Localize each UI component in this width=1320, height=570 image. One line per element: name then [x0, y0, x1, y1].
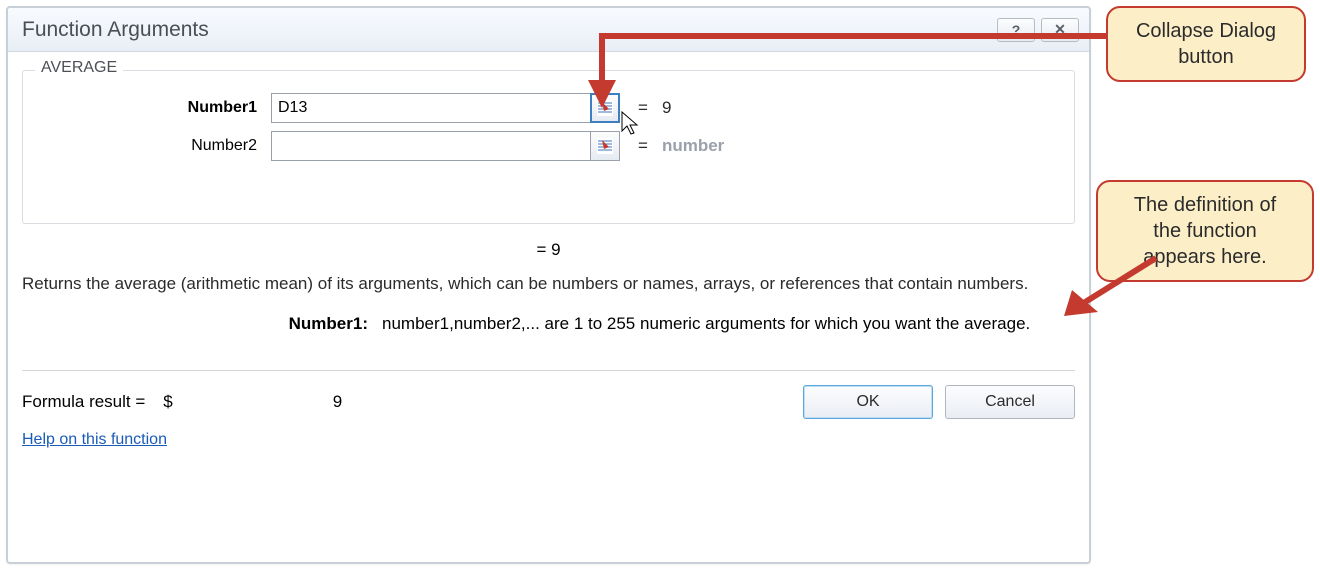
arg-input-wrap-number1: [271, 93, 620, 123]
arg-row-number1: Number1: [41, 93, 1056, 123]
help-button[interactable]: ?: [997, 18, 1035, 42]
eq-sign: =: [638, 98, 648, 118]
titlebar-buttons: ? ✕: [997, 18, 1079, 42]
footer-row: Formula result = $ 9 OK Cancel: [22, 385, 1075, 423]
function-name-label: AVERAGE: [35, 59, 123, 77]
arg-result-number2: number: [662, 136, 724, 156]
function-arguments-dialog: Function Arguments ? ✕ AVERAGE Number1: [6, 6, 1091, 564]
arg-input-wrap-number2: [271, 131, 620, 161]
callout-collapse-dialog: Collapse Dialog button: [1106, 6, 1306, 82]
dialog-title: Function Arguments: [22, 18, 209, 42]
function-description: Returns the average (arithmetic mean) of…: [22, 272, 1075, 296]
divider: [22, 370, 1075, 371]
ok-button[interactable]: OK: [803, 385, 933, 419]
help-on-function-link[interactable]: Help on this function: [22, 431, 1075, 449]
arg-input-number2[interactable]: [271, 131, 591, 161]
dialog-content: AVERAGE Number1: [8, 52, 1089, 562]
formula-result-value: 9: [333, 392, 342, 412]
formula-result: Formula result = $ 9: [22, 392, 342, 412]
arguments-group: AVERAGE Number1: [22, 70, 1075, 224]
argument-help-text: number1,number2,... are 1 to 255 numeric…: [382, 314, 1075, 334]
formula-result-currency: $: [163, 392, 172, 412]
collapse-dialog-icon: [596, 99, 614, 117]
collapse-dialog-button-number1[interactable]: [590, 93, 620, 123]
mid-eq-result: = 9: [22, 240, 1075, 260]
formula-result-label: Formula result =: [22, 392, 145, 412]
collapse-dialog-icon: [596, 137, 614, 155]
arg-row-number2: Number2 = number: [41, 131, 1056, 161]
cancel-button[interactable]: Cancel: [945, 385, 1075, 419]
arg-label-number1: Number1: [41, 99, 271, 117]
footer-buttons: OK Cancel: [803, 385, 1075, 419]
collapse-dialog-button-number2[interactable]: [590, 131, 620, 161]
close-button[interactable]: ✕: [1041, 18, 1079, 42]
callout-definition: The definition of the function appears h…: [1096, 180, 1314, 282]
arg-input-number1[interactable]: [271, 93, 591, 123]
arg-result-number1: 9: [662, 98, 671, 118]
eq-sign: =: [638, 136, 648, 156]
arg-label-number2: Number2: [41, 137, 271, 155]
titlebar: Function Arguments ? ✕: [8, 8, 1089, 52]
argument-help-row: Number1: number1,number2,... are 1 to 25…: [22, 314, 1075, 334]
argument-help-label: Number1:: [22, 314, 382, 334]
